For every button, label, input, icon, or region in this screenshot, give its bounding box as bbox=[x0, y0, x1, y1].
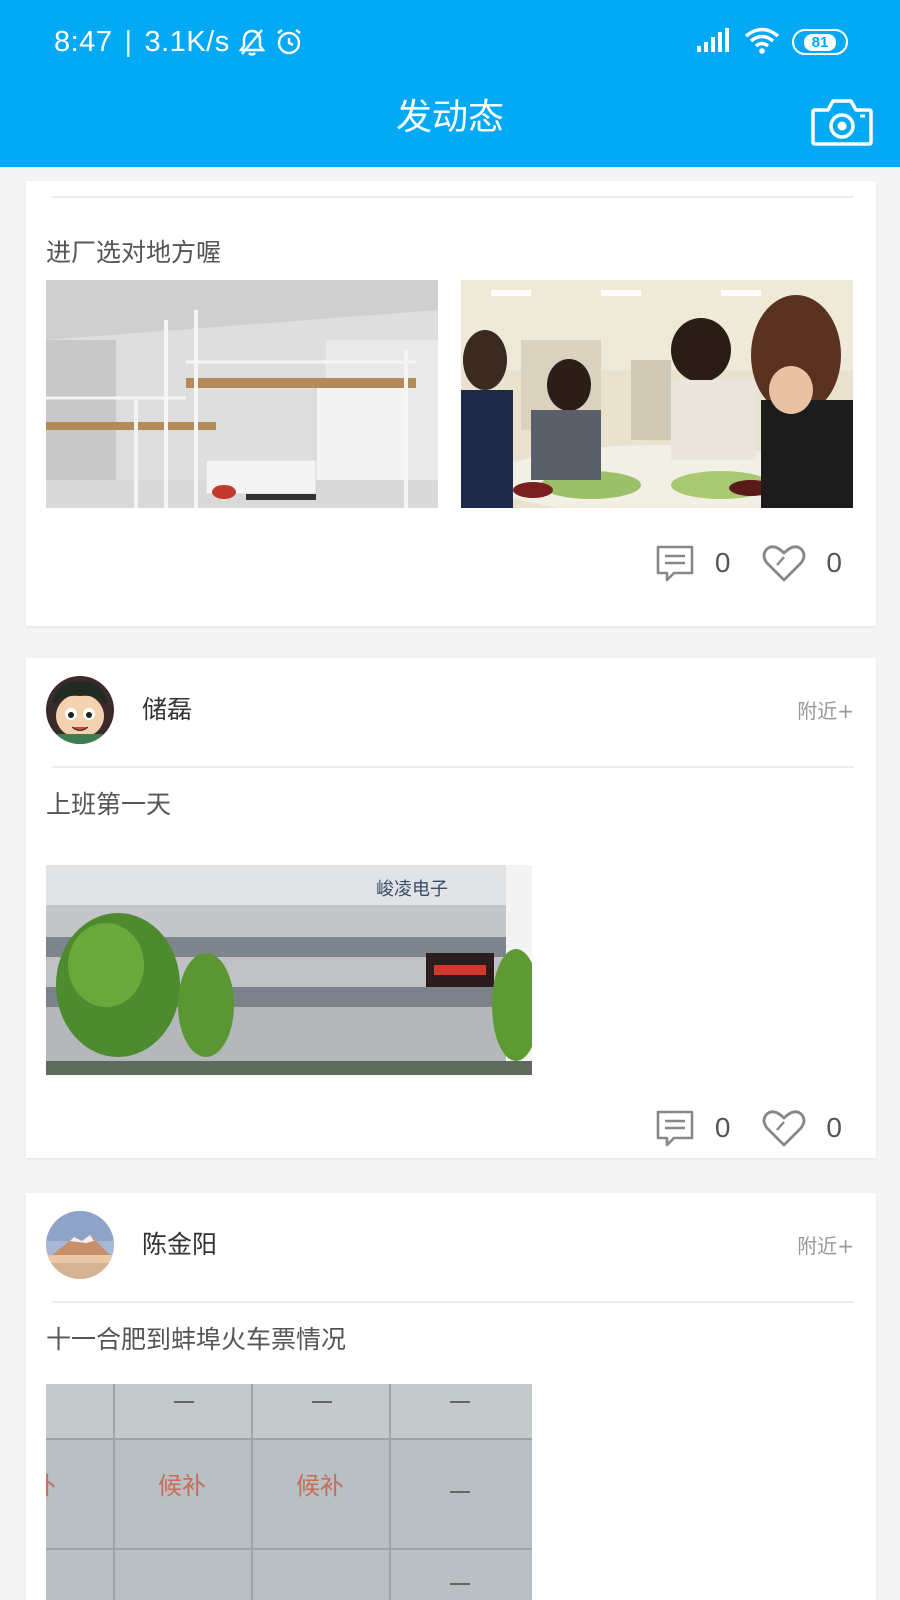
avatar[interactable] bbox=[46, 1211, 114, 1279]
location-tag[interactable]: 附近+ bbox=[797, 1232, 854, 1260]
comment-icon bbox=[656, 1110, 694, 1147]
status-network-speed: 3.1K/s bbox=[144, 25, 230, 58]
like-count: 0 bbox=[826, 1112, 842, 1143]
avatar[interactable] bbox=[46, 676, 114, 744]
post-photo-factory[interactable]: 峻凌电子 bbox=[46, 865, 532, 1075]
top-bar: 8:47 | 3.1K/s 81 发动态 bbox=[0, 0, 900, 167]
battery-level: 81 bbox=[803, 33, 837, 51]
like-button[interactable]: 0 bbox=[762, 1108, 842, 1148]
post-text: 进厂选对地方喔 bbox=[46, 238, 222, 267]
status-left: 8:47 | 3.1K/s bbox=[54, 22, 304, 62]
post-photo-canteen[interactable] bbox=[461, 280, 853, 508]
dormitory-image bbox=[46, 280, 438, 508]
avatar-cartoon-image bbox=[46, 676, 114, 744]
card-divider bbox=[52, 1301, 854, 1303]
heart-icon bbox=[763, 1110, 806, 1147]
location-tag[interactable]: 附近+ bbox=[797, 697, 854, 725]
username[interactable]: 储磊 bbox=[142, 693, 192, 727]
signal-icon bbox=[696, 27, 732, 57]
status-bar: 8:47 | 3.1K/s 81 bbox=[0, 0, 900, 82]
page-title: 发动态 bbox=[395, 97, 504, 138]
like-button[interactable]: 0 bbox=[762, 543, 842, 583]
heart-icon bbox=[763, 545, 806, 582]
comment-button[interactable]: 0 bbox=[655, 544, 731, 582]
card-divider bbox=[52, 196, 854, 198]
post-text: 上班第一天 bbox=[46, 790, 172, 819]
post-card[interactable]: 陈金阳 附近+ 十一合肥到蚌埠火车票情况 候补 候补 补 bbox=[26, 1193, 876, 1600]
status-time: 8:47 bbox=[54, 25, 113, 58]
card-divider bbox=[52, 766, 854, 768]
post-photo-ticket-table[interactable]: 候补 候补 补 bbox=[46, 1384, 532, 1600]
feed[interactable]: 进厂选对地方喔 0 0 储磊 附近+ 上班第一天 峻凌电子 0 0 陈金阳 附近… bbox=[0, 167, 900, 1600]
post-card[interactable]: 储磊 附近+ 上班第一天 峻凌电子 0 0 bbox=[26, 658, 876, 1158]
photo-sign-text: 峻凌电子 bbox=[376, 879, 448, 900]
like-count: 0 bbox=[826, 547, 842, 578]
comment-count: 0 bbox=[714, 547, 731, 578]
ticket-cell: 候补 bbox=[296, 1472, 344, 1500]
post-actions: 0 0 bbox=[655, 541, 842, 585]
post-photo-dormitory[interactable] bbox=[46, 280, 438, 508]
camera-button[interactable] bbox=[810, 96, 874, 148]
post-text: 十一合肥到蚌埠火车票情况 bbox=[46, 1325, 347, 1354]
bell-off-icon bbox=[238, 27, 266, 57]
factory-image: 峻凌电子 bbox=[46, 865, 532, 1075]
alarm-icon bbox=[274, 27, 304, 57]
comment-count: 0 bbox=[714, 1112, 731, 1143]
comment-icon bbox=[656, 545, 694, 582]
username[interactable]: 陈金阳 bbox=[142, 1228, 217, 1262]
status-right: 81 bbox=[696, 24, 848, 60]
ticket-cell-partial: 补 bbox=[46, 1472, 56, 1500]
post-actions: 0 0 bbox=[655, 1106, 842, 1150]
camera-icon bbox=[811, 99, 873, 146]
canteen-image bbox=[461, 280, 853, 508]
status-separator: | bbox=[124, 25, 133, 58]
wifi-icon bbox=[744, 26, 780, 58]
comment-button[interactable]: 0 bbox=[655, 1109, 731, 1147]
battery-icon: 81 bbox=[792, 29, 848, 55]
post-card[interactable]: 进厂选对地方喔 0 0 bbox=[26, 181, 876, 626]
ticket-table-image: 候补 候补 补 bbox=[46, 1384, 532, 1600]
avatar-landscape-image bbox=[46, 1211, 114, 1279]
ticket-cell: 候补 bbox=[158, 1472, 206, 1500]
